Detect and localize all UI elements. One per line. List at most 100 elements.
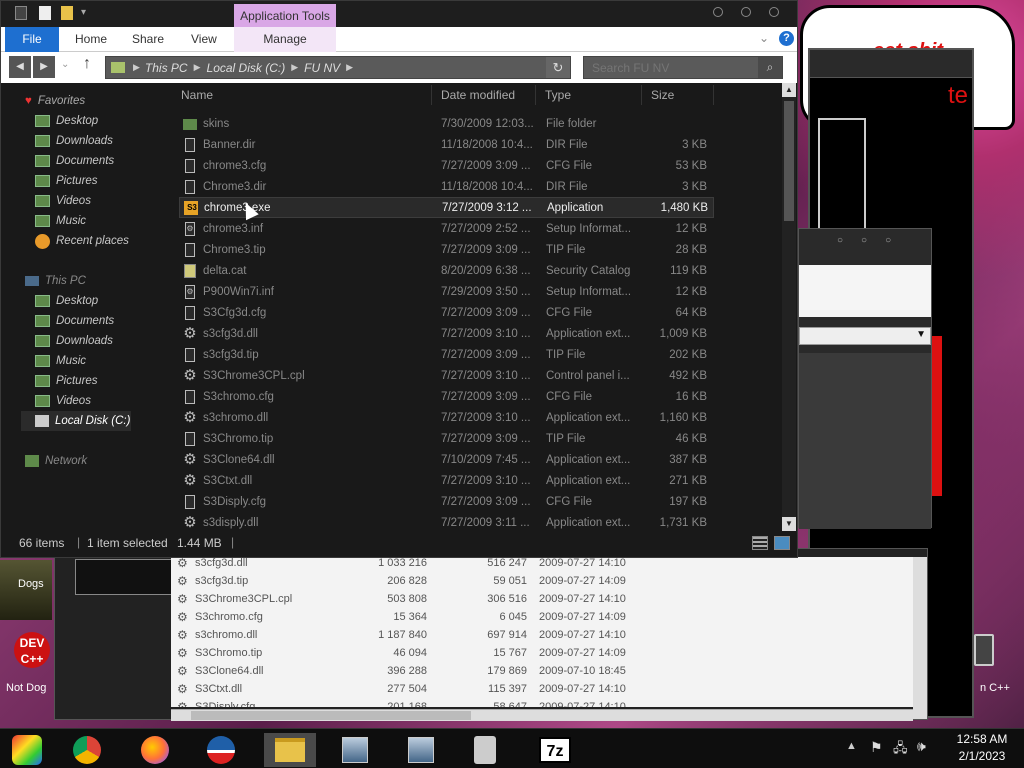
nav-fav-item[interactable]: Downloads (35, 131, 113, 151)
show-hidden-icons-button[interactable]: ▲ (846, 740, 857, 752)
file-date: 7/27/2009 3:10 ... (441, 474, 531, 487)
file-row[interactable]: delta.cat 8/20/2009 6:38 ... Security Cata… (179, 260, 714, 281)
properties-icon[interactable] (15, 6, 27, 20)
file-row[interactable]: S3Chromo.tip 7/27/2009 3:09 ... TIP File 46… (179, 428, 714, 449)
help-icon[interactable]: ? (779, 31, 794, 46)
archive-row[interactable]: ⚙ s3cfg3d.dll 1 033 216 516 247 2009-07-27 1… (171, 557, 913, 572)
desktop-icon-dogs[interactable]: Dogs (0, 560, 52, 620)
file-row[interactable]: S3Cfg3d.cfg 7/27/2009 3:09 ... CFG File 64 … (179, 302, 714, 323)
file-row[interactable]: s3cfg3d.tip 7/27/2009 3:09 ... TIP File 202… (179, 344, 714, 365)
flag-icon[interactable]: ⚑ (870, 739, 883, 756)
taskbar-firefox-icon[interactable] (134, 733, 176, 767)
tab-file[interactable]: File (5, 27, 59, 52)
file-row[interactable]: ⚙ s3chromo.dll 7/27/2009 3:10 ... Applicati… (179, 407, 714, 428)
scroll-thumb[interactable] (784, 101, 794, 221)
breadcrumb-this-pc[interactable]: This PC (145, 61, 188, 75)
large-icons-view-button[interactable] (774, 536, 790, 550)
taskbar-installer-icon[interactable] (464, 733, 506, 767)
archive-row[interactable]: ⚙ s3chromo.dll 1 187 840 697 914 2009-07-27 … (171, 626, 913, 644)
desktop-icon-devcpp[interactable]: DEV C++ Not Dog (0, 630, 52, 700)
recent-locations-icon[interactable]: ⌄ (61, 59, 69, 70)
file-row[interactable]: ⚙ s3cfg3d.dll 7/27/2009 3:10 ... Applicatio… (179, 323, 714, 344)
file-row[interactable]: S3 chrome3.exe 7/27/2009 3:12 ... Applicati… (179, 197, 714, 218)
nav-pc-item[interactable]: Downloads (35, 331, 113, 351)
address-bar[interactable]: ▶ This PC ▶ Local Disk (C:) ▶ FU NV ▶ ↻ (105, 56, 571, 79)
file-row[interactable]: Chrome3.dir 11/18/2008 10:4... DIR File 3 K… (179, 176, 714, 197)
column-header-size[interactable]: Size (651, 88, 674, 102)
search-icon[interactable]: ⌕ (758, 57, 782, 78)
column-header-name[interactable]: Name (181, 88, 213, 102)
close-button[interactable] (769, 7, 779, 17)
nav-fav-item[interactable]: Pictures (35, 171, 98, 191)
new-folder-icon[interactable] (61, 6, 73, 20)
tab-manage[interactable]: Manage (234, 27, 336, 52)
clock[interactable]: 12:58 AM 2/1/2023 (944, 731, 1020, 767)
nav-pc-item[interactable]: Music (35, 351, 86, 371)
tab-share[interactable]: Share (132, 27, 164, 52)
file-row[interactable]: Chrome3.tip 7/27/2009 3:09 ... TIP File 28 … (179, 239, 714, 260)
taskbar-media-app-icon[interactable] (6, 733, 48, 767)
taskbar-file-explorer-icon[interactable] (264, 733, 316, 767)
search-input[interactable] (584, 57, 756, 78)
nav-favorites[interactable]: ♥ Favorites (25, 91, 85, 111)
taskbar-setup-icon-1[interactable] (334, 733, 376, 767)
search-box[interactable]: ⌕ (583, 56, 783, 79)
archive-row[interactable]: ⚙ S3Clone64.dll 396 288 179 869 2009-07-10 1… (171, 662, 913, 680)
desktop-icon-recycle[interactable]: n C++ (972, 630, 1024, 700)
nav-pc-item[interactable]: Videos (35, 391, 91, 411)
volume-icon[interactable]: 🕪 (917, 738, 926, 755)
chevron-down-icon[interactable]: ▼ (916, 329, 926, 340)
nav-pc-item[interactable]: Local Disk (C:) (21, 411, 131, 431)
file-row[interactable]: ⚙ chrome3.inf 7/27/2009 2:52 ... Setup Info… (179, 218, 714, 239)
archive-row[interactable]: ⚙ S3Chromo.tip 46 094 15 767 2009-07-27 14:0… (171, 644, 913, 662)
archive-file-list[interactable]: ⚙ s3cfg3d.dll 1 033 216 516 247 2009-07-27 1… (171, 557, 913, 707)
column-header-date[interactable]: Date modified (441, 88, 515, 102)
scroll-up-arrow[interactable]: ▲ (782, 83, 796, 97)
breadcrumb-local-disk[interactable]: Local Disk (C:) (207, 61, 286, 75)
file-row[interactable]: chrome3.cfg 7/27/2009 3:09 ... CFG File 53 … (179, 155, 714, 176)
expand-ribbon-icon[interactable]: ⌄ (759, 31, 769, 45)
breadcrumb-fu-nv[interactable]: FU NV (304, 61, 340, 75)
file-row[interactable]: ⚙ P900Win7i.inf 7/29/2009 3:50 ... Setup In… (179, 281, 714, 302)
quick-access-dropdown-icon[interactable]: ▾ (81, 7, 86, 18)
file-row[interactable]: Banner.dir 11/18/2008 10:4... DIR File 3 KB (179, 134, 714, 155)
archive-row[interactable]: ⚙ S3Ctxt.dll 277 504 115 397 2009-07-27 14:1… (171, 680, 913, 698)
refresh-icon[interactable]: ↻ (546, 57, 570, 78)
file-row[interactable]: skins 7/30/2009 12:03... File folder (179, 113, 714, 134)
file-row[interactable]: S3chromo.cfg 7/27/2009 3:09 ... CFG File 16… (179, 386, 714, 407)
taskbar-setup-icon-2[interactable] (400, 733, 442, 767)
archive-row[interactable]: ⚙ S3Chrome3CPL.cpl 503 808 306 516 2009-07-2… (171, 590, 913, 608)
taskbar-7zip-icon[interactable]: 7z (534, 733, 576, 767)
back-button[interactable]: ◀ (9, 56, 31, 78)
maximize-button[interactable] (741, 7, 751, 17)
file-row[interactable]: S3Disply.cfg 7/27/2009 3:09 ... CFG File 19… (179, 491, 714, 512)
column-header-type[interactable]: Type (545, 88, 571, 102)
archive-row[interactable]: ⚙ S3Disply.cfg 201 168 58 647 2009-07-27 14:… (171, 698, 913, 707)
tab-home[interactable]: Home (75, 27, 107, 52)
nav-fav-item[interactable]: Recent places (35, 231, 129, 251)
nav-pc-item[interactable]: Documents (35, 311, 114, 331)
tab-view[interactable]: View (191, 27, 217, 52)
archive-row[interactable]: ⚙ s3cfg3d.tip 206 828 59 051 2009-07-27 14:0… (171, 572, 913, 590)
up-arrow-icon[interactable]: ↑ (83, 55, 91, 73)
network-icon[interactable]: 🖧 (893, 739, 908, 761)
nav-network[interactable]: Network (25, 451, 87, 471)
nav-fav-item[interactable]: Desktop (35, 111, 98, 131)
nav-fav-item[interactable]: Documents (35, 151, 114, 171)
file-row[interactable]: ⚙ S3Ctxt.dll 7/27/2009 3:10 ... Application… (179, 470, 714, 491)
nav-fav-item[interactable]: Music (35, 211, 86, 231)
nav-pc-item[interactable]: Desktop (35, 291, 98, 311)
nav-this-pc[interactable]: This PC (25, 271, 86, 291)
archive-row[interactable]: ⚙ S3chromo.cfg 15 364 6 045 2009-07-27 14:09 (171, 608, 913, 626)
nav-fav-item[interactable]: Videos (35, 191, 91, 211)
file-row[interactable]: ⚙ S3Clone64.dll 7/10/2009 7:45 ... Applicat… (179, 449, 714, 470)
forward-button[interactable]: ▶ (33, 56, 55, 78)
taskbar-obama-logo-icon[interactable] (200, 733, 242, 767)
new-document-icon[interactable] (39, 6, 51, 20)
minimize-button[interactable] (713, 7, 723, 17)
details-view-button[interactable] (752, 536, 768, 550)
vertical-scrollbar[interactable]: ▲ ▼ (782, 83, 796, 531)
taskbar-chrome-icon[interactable] (66, 733, 108, 767)
file-row[interactable]: ⚙ S3Chrome3CPL.cpl 7/27/2009 3:10 ... Contr… (179, 365, 714, 386)
nav-pc-item[interactable]: Pictures (35, 371, 98, 391)
